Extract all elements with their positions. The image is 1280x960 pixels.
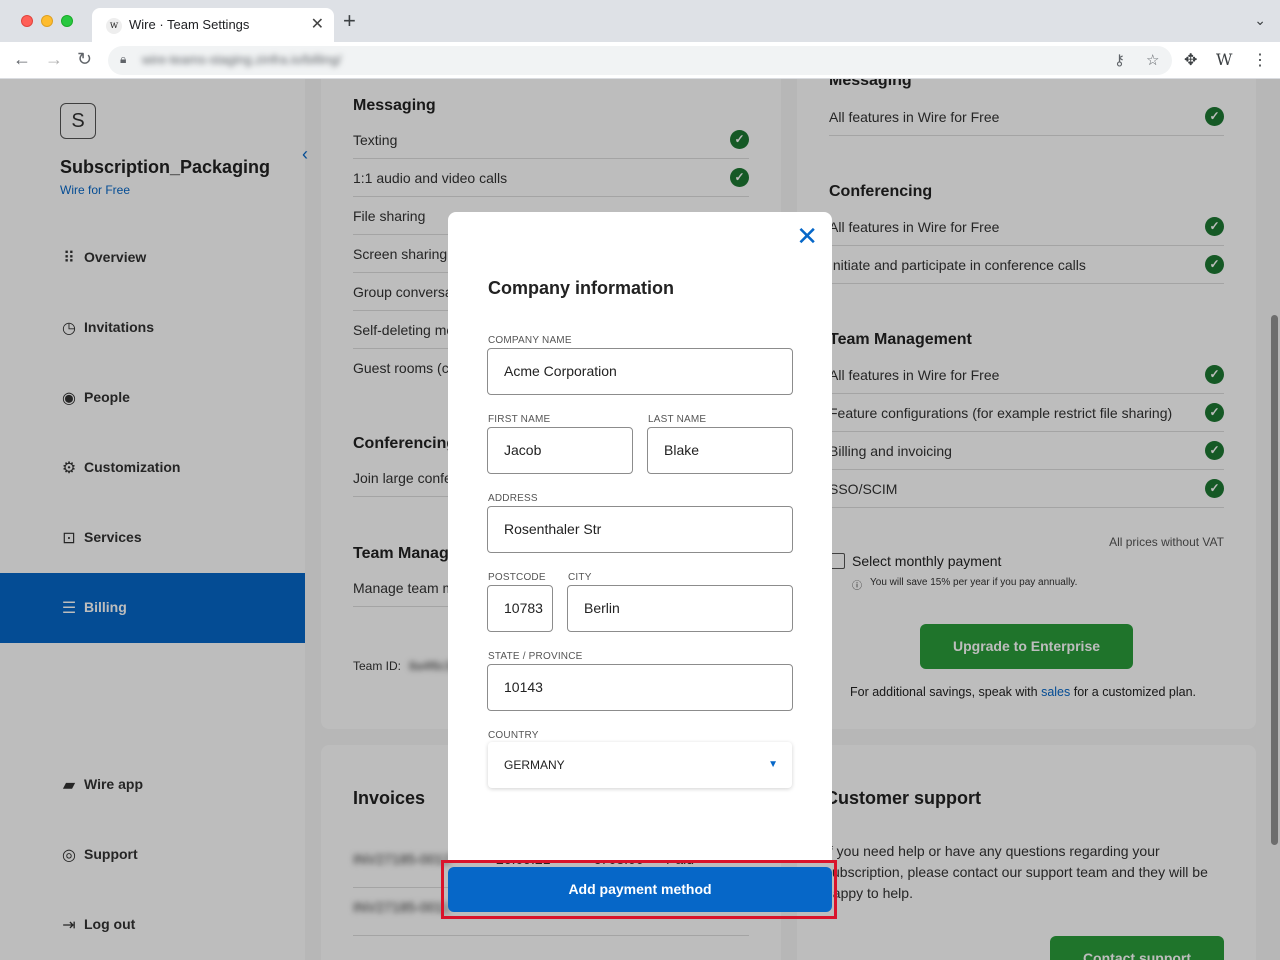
postcode-field[interactable]: 10783	[487, 585, 553, 632]
tab-title: Wire · Team Settings	[129, 17, 250, 32]
close-icon[interactable]: ✕	[796, 223, 818, 249]
window-close-button[interactable]	[21, 15, 33, 27]
country-value: GERMANY	[504, 758, 565, 772]
address-label: ADDRESS	[488, 493, 538, 504]
browser-tab[interactable]: w Wire · Team Settings ✕	[92, 8, 334, 42]
country-label: COUNTRY	[488, 730, 539, 741]
lock-icon: 🔒︎	[120, 52, 127, 66]
company-name-field[interactable]: Acme Corporation	[487, 348, 793, 395]
state-province-label: STATE / PROVINCE	[488, 651, 583, 662]
wire-favicon-icon: w	[106, 18, 122, 34]
forward-arrow-icon[interactable]: →	[45, 49, 63, 70]
browser-tabbar: w Wire · Team Settings ✕ + ⌄	[0, 0, 1280, 42]
company-information-modal: ✕ Company information COMPANY NAME Acme …	[448, 212, 832, 860]
first-name-label: FIRST NAME	[488, 414, 551, 425]
scrollbar-thumb[interactable]	[1271, 315, 1278, 845]
state-province-field[interactable]: 10143	[487, 664, 793, 711]
reload-icon[interactable]: ↻	[77, 49, 92, 70]
new-tab-button[interactable]: +	[343, 8, 356, 34]
company-name-label: COMPANY NAME	[488, 335, 572, 346]
first-name-field[interactable]: Jacob	[487, 427, 633, 474]
browser-toolbar: ← → ↻ 🔒︎ wire-teams-staging.zinfra.io/bi…	[0, 42, 1280, 79]
window-minimize-button[interactable]	[41, 15, 53, 27]
tab-close-icon[interactable]: ✕	[311, 14, 324, 34]
last-name-field[interactable]: Blake	[647, 427, 793, 474]
extensions-puzzle-icon[interactable]: ✥	[1184, 50, 1197, 70]
browser-menu-icon[interactable]: ⋮	[1252, 50, 1268, 70]
address-bar[interactable]: 🔒︎ wire-teams-staging.zinfra.io/billing/…	[108, 46, 1172, 75]
window-zoom-button[interactable]	[61, 15, 73, 27]
url-text: wire-teams-staging.zinfra.io/billing/	[142, 52, 342, 67]
highlight-box	[441, 860, 837, 919]
modal-title: Company information	[488, 278, 675, 298]
bookmark-star-icon[interactable]: ☆	[1146, 51, 1159, 69]
city-field[interactable]: Berlin	[567, 585, 793, 632]
wire-extension-icon[interactable]: W	[1216, 50, 1232, 69]
country-select[interactable]: GERMANY ▼	[488, 742, 792, 788]
postcode-label: POSTCODE	[488, 572, 546, 583]
dropdown-caret-icon: ▼	[768, 759, 778, 770]
address-field[interactable]: Rosenthaler Str	[487, 506, 793, 553]
tab-search-chevron-icon[interactable]: ⌄	[1254, 12, 1266, 29]
last-name-label: LAST NAME	[648, 414, 707, 425]
key-icon[interactable]: ⚷	[1114, 51, 1125, 69]
back-arrow-icon[interactable]: ←	[13, 49, 31, 70]
city-label: CITY	[568, 572, 592, 583]
